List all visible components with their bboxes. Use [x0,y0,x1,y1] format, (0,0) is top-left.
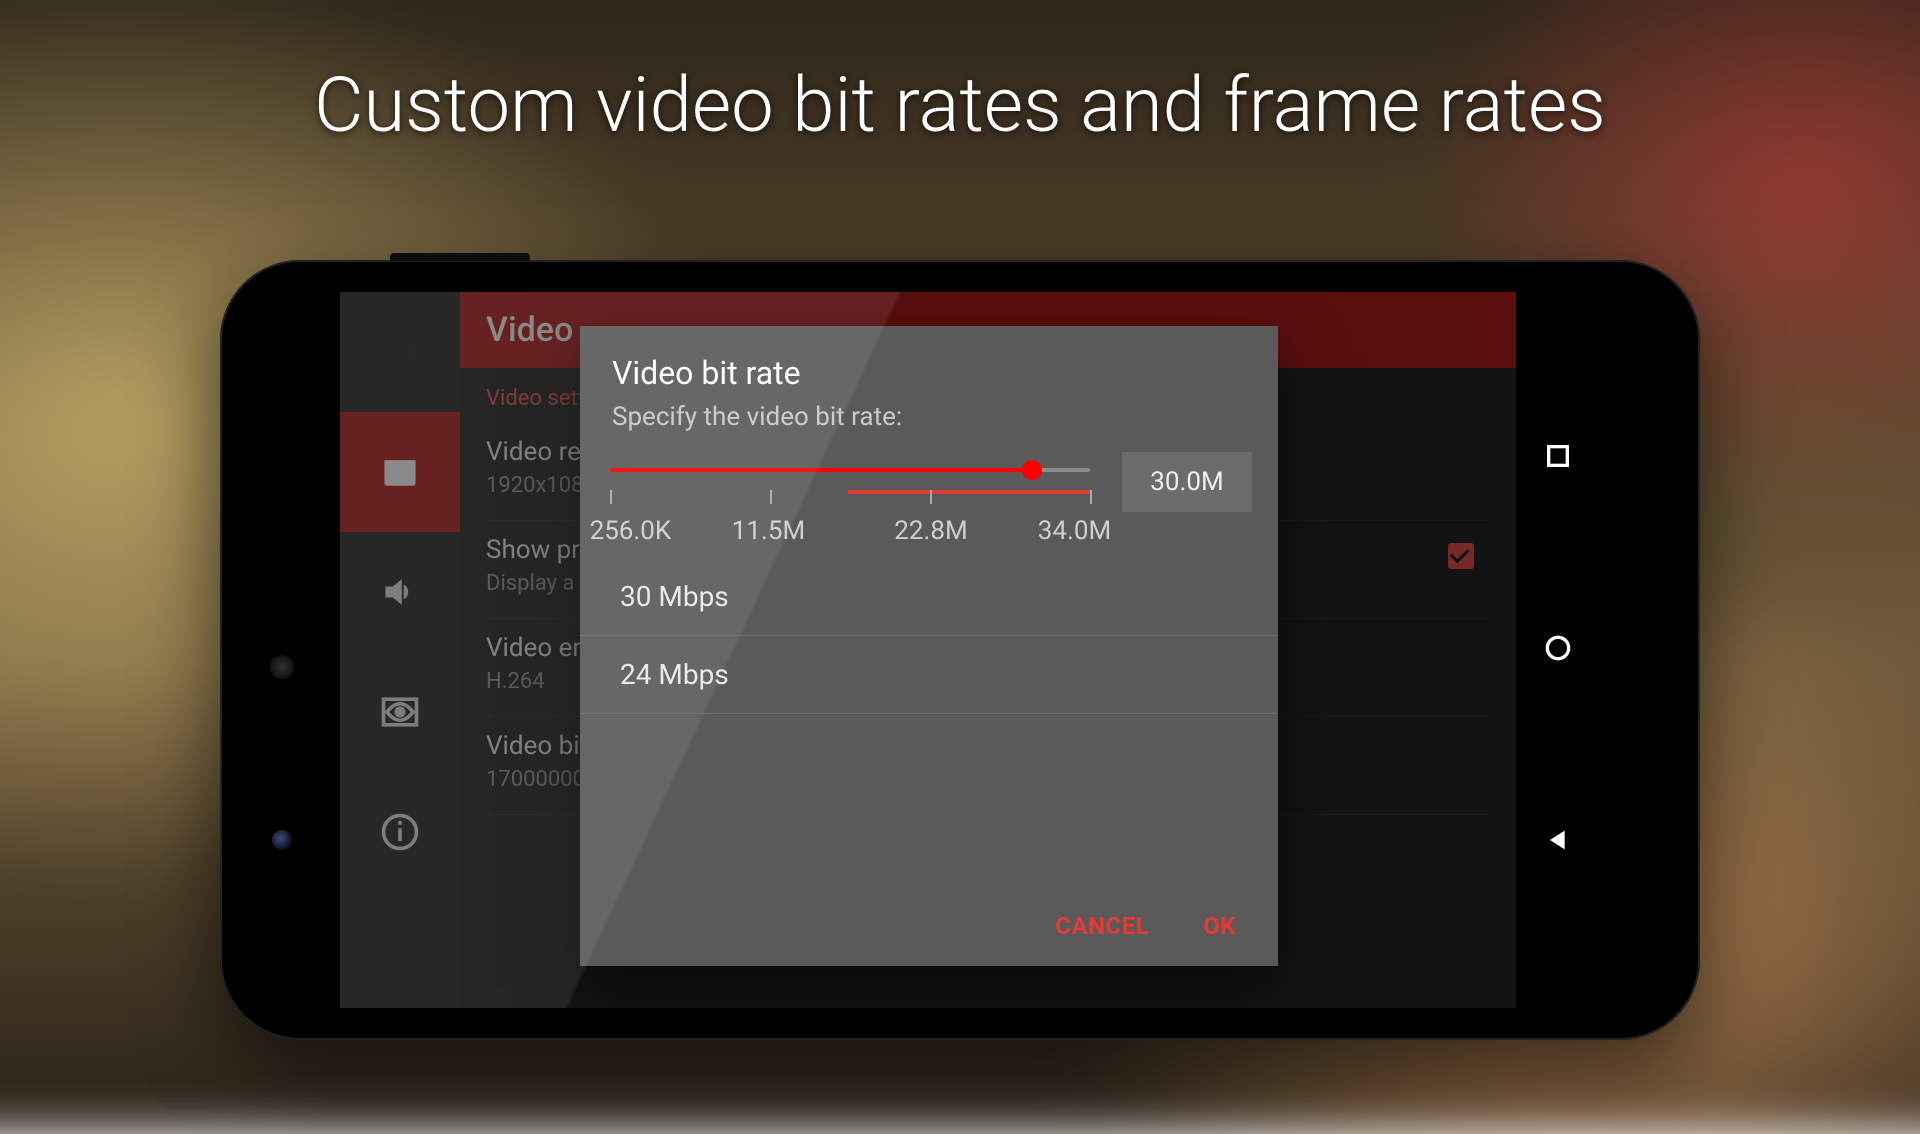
earpiece [270,655,294,679]
bitrate-slider[interactable]: 256.0K11.5M22.8M34.0M [606,450,1094,550]
bitrate-presets: 30 Mbps 24 Mbps [580,550,1278,722]
home-button[interactable] [1542,632,1574,668]
bitrate-value-field[interactable]: 30.0M [1122,452,1252,512]
triangle-back-icon [1542,824,1574,856]
phone-screen: Video Video settings Video resolution 19… [340,292,1600,1008]
slider-labels: 256.0K11.5M22.8M34.0M [606,516,1094,550]
cancel-button[interactable]: CANCEL [1055,912,1149,940]
slider-tick-label: 34.0M [1038,516,1111,546]
ok-button[interactable]: OK [1203,912,1236,940]
slider-tick-label: 22.8M [894,516,967,546]
page-title: Custom video bit rates and frame rates [0,60,1920,150]
app-content: Video Video settings Video resolution 19… [340,292,1516,1008]
square-icon [1542,440,1574,472]
slider-tick-label: 256.0K [590,516,672,546]
power-button-ridge [390,253,530,261]
slider-ticks [610,490,1090,504]
slider-tick-label: 11.5M [732,516,805,546]
circle-icon [1542,632,1574,664]
dialog-subtitle: Specify the video bit rate: [580,402,1278,450]
back-button[interactable] [1542,824,1574,860]
phone-frame: Video Video settings Video resolution 19… [220,260,1700,1040]
slider-track [610,468,1090,472]
preset-option[interactable]: 30 Mbps [580,558,1278,636]
recent-apps-button[interactable] [1542,440,1574,476]
slider-fill [610,468,1032,472]
dialog-actions: CANCEL OK [580,890,1278,966]
dialog-title: Video bit rate [580,326,1278,402]
preset-option[interactable]: 24 Mbps [580,636,1278,714]
slider-thumb[interactable] [1022,460,1042,480]
android-nav-bar [1516,292,1600,1008]
bitrate-dialog: Video bit rate Specify the video bit rat… [580,326,1278,966]
